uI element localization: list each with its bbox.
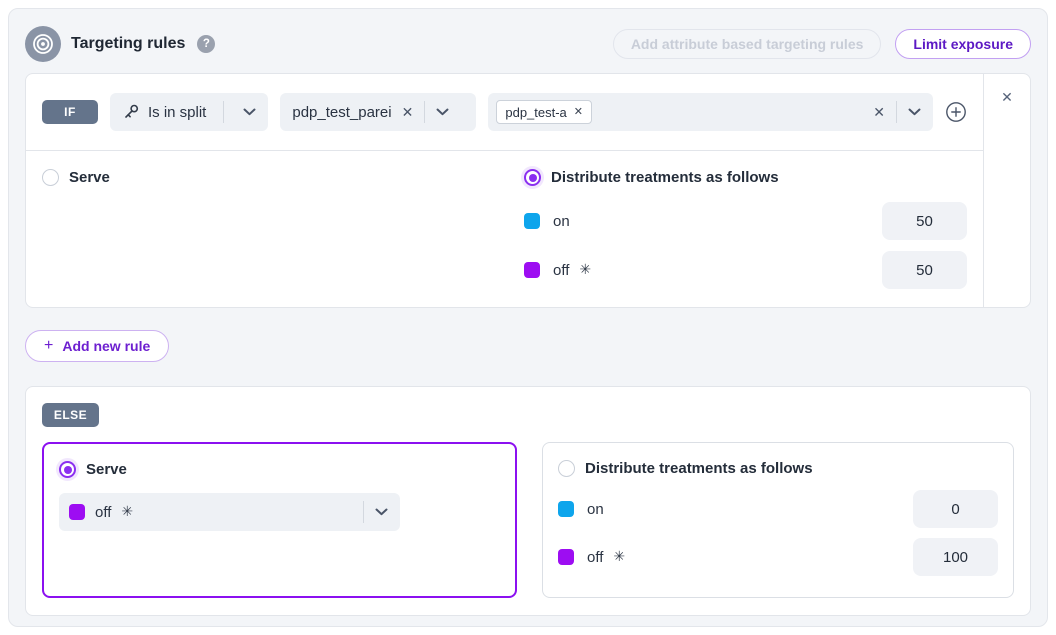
- divider: [223, 101, 224, 123]
- distribute-option: Distribute treatments as follows on off …: [524, 169, 967, 291]
- treatment-row: on: [524, 202, 967, 240]
- divider: [896, 101, 897, 123]
- else-serve-radio[interactable]: [59, 461, 76, 478]
- clear-split-icon[interactable]: ✕: [400, 103, 416, 121]
- treatment-color-swatch: [524, 262, 540, 278]
- treatment-percentage-input[interactable]: [913, 490, 998, 528]
- serve-radio[interactable]: [42, 169, 59, 186]
- treatment-row: off ✳: [558, 538, 998, 576]
- default-treatment-icon: ✳: [121, 504, 133, 520]
- chevron-down-icon[interactable]: [434, 106, 451, 118]
- else-distribute-radio[interactable]: [558, 460, 575, 477]
- serve-radio-row[interactable]: Serve: [42, 169, 524, 186]
- divider: [363, 501, 364, 523]
- distribute-label: Distribute treatments as follows: [551, 169, 779, 186]
- add-new-rule-button[interactable]: + Add new rule: [25, 330, 169, 362]
- treatment-name: on: [553, 213, 570, 230]
- else-serve-treatment-select[interactable]: off ✳: [59, 493, 400, 531]
- else-serve-card[interactable]: Serve off ✳: [42, 442, 517, 598]
- distribute-radio[interactable]: [524, 169, 541, 186]
- else-distribute-label: Distribute treatments as follows: [585, 460, 813, 477]
- treatment-color-swatch: [524, 213, 540, 229]
- treatment-color-swatch: [558, 501, 574, 517]
- remove-chip-icon[interactable]: ✕: [574, 107, 583, 118]
- else-distribute-card[interactable]: Distribute treatments as follows on off …: [542, 442, 1014, 598]
- panel-header: Targeting rules ? Add attribute based ta…: [25, 25, 1031, 63]
- add-new-rule-label: Add new rule: [62, 338, 150, 354]
- targeting-rules-icon: [25, 26, 61, 62]
- else-badge: ELSE: [42, 403, 99, 427]
- else-distribute-radio-row[interactable]: Distribute treatments as follows: [558, 460, 998, 477]
- chevron-down-icon[interactable]: [906, 106, 923, 118]
- matcher-label: Is in split: [148, 104, 206, 121]
- header-actions: Add attribute based targeting rules Limi…: [613, 29, 1031, 59]
- rule-serve-section: Serve Distribute treatments as follows o…: [26, 151, 983, 307]
- if-badge: IF: [42, 100, 98, 124]
- divider: [424, 101, 425, 123]
- help-icon[interactable]: ?: [197, 35, 215, 53]
- rule-condition-row: IF Is in split: [26, 74, 983, 151]
- page-title: Targeting rules: [71, 35, 185, 53]
- treatment-name: off: [95, 504, 111, 521]
- matcher-select[interactable]: Is in split: [110, 93, 268, 131]
- add-attribute-rules-button[interactable]: Add attribute based targeting rules: [613, 29, 882, 59]
- else-options-row: Serve off ✳ Distribute treatments as fol: [42, 442, 1014, 598]
- plus-icon: +: [44, 337, 53, 355]
- else-serve-label: Serve: [86, 461, 127, 478]
- else-serve-radio-row[interactable]: Serve: [59, 461, 500, 478]
- targeting-rules-panel: Targeting rules ? Add attribute based ta…: [8, 8, 1048, 627]
- default-treatment-icon: ✳: [579, 262, 591, 278]
- clear-all-icon[interactable]: ✕: [871, 103, 887, 121]
- treatment-color-swatch: [558, 549, 574, 565]
- treatment-name: off: [553, 262, 569, 279]
- chevron-down-icon[interactable]: [373, 506, 390, 518]
- treatment-row: on: [558, 490, 998, 528]
- treatment-percentage-input[interactable]: [913, 538, 998, 576]
- treatment-percentage-input[interactable]: [882, 251, 967, 289]
- treatment-multiselect[interactable]: pdp_test-a ✕ ✕: [488, 93, 933, 131]
- chevron-down-icon[interactable]: [241, 106, 258, 118]
- header-left: Targeting rules ?: [25, 26, 215, 62]
- serve-option: Serve: [42, 169, 524, 291]
- serve-label: Serve: [69, 169, 110, 186]
- selected-treatment-chip: pdp_test-a ✕: [496, 100, 592, 124]
- treatment-color-swatch: [69, 504, 85, 520]
- treatment-percentage-input[interactable]: [882, 202, 967, 240]
- treatment-row: off ✳: [524, 251, 967, 289]
- add-condition-icon[interactable]: [945, 101, 967, 123]
- delete-rule-icon[interactable]: ✕: [1001, 90, 1013, 104]
- limit-exposure-button[interactable]: Limit exposure: [895, 29, 1031, 59]
- default-rule-card: ELSE Serve off ✳: [25, 386, 1031, 616]
- targeting-rule-card: IF Is in split: [25, 73, 1031, 308]
- split-select-value: pdp_test_parei: [292, 104, 391, 121]
- treatment-name: on: [587, 501, 604, 518]
- rule-main: IF Is in split: [26, 74, 983, 307]
- chip-label: pdp_test-a: [505, 105, 566, 120]
- default-treatment-icon: ✳: [613, 549, 625, 565]
- attribute-key-icon: [122, 103, 140, 121]
- rule-side-column: ✕: [983, 74, 1030, 307]
- distribute-radio-row[interactable]: Distribute treatments as follows: [524, 169, 967, 186]
- treatment-name: off: [587, 549, 603, 566]
- split-select[interactable]: pdp_test_parei ✕: [280, 93, 476, 131]
